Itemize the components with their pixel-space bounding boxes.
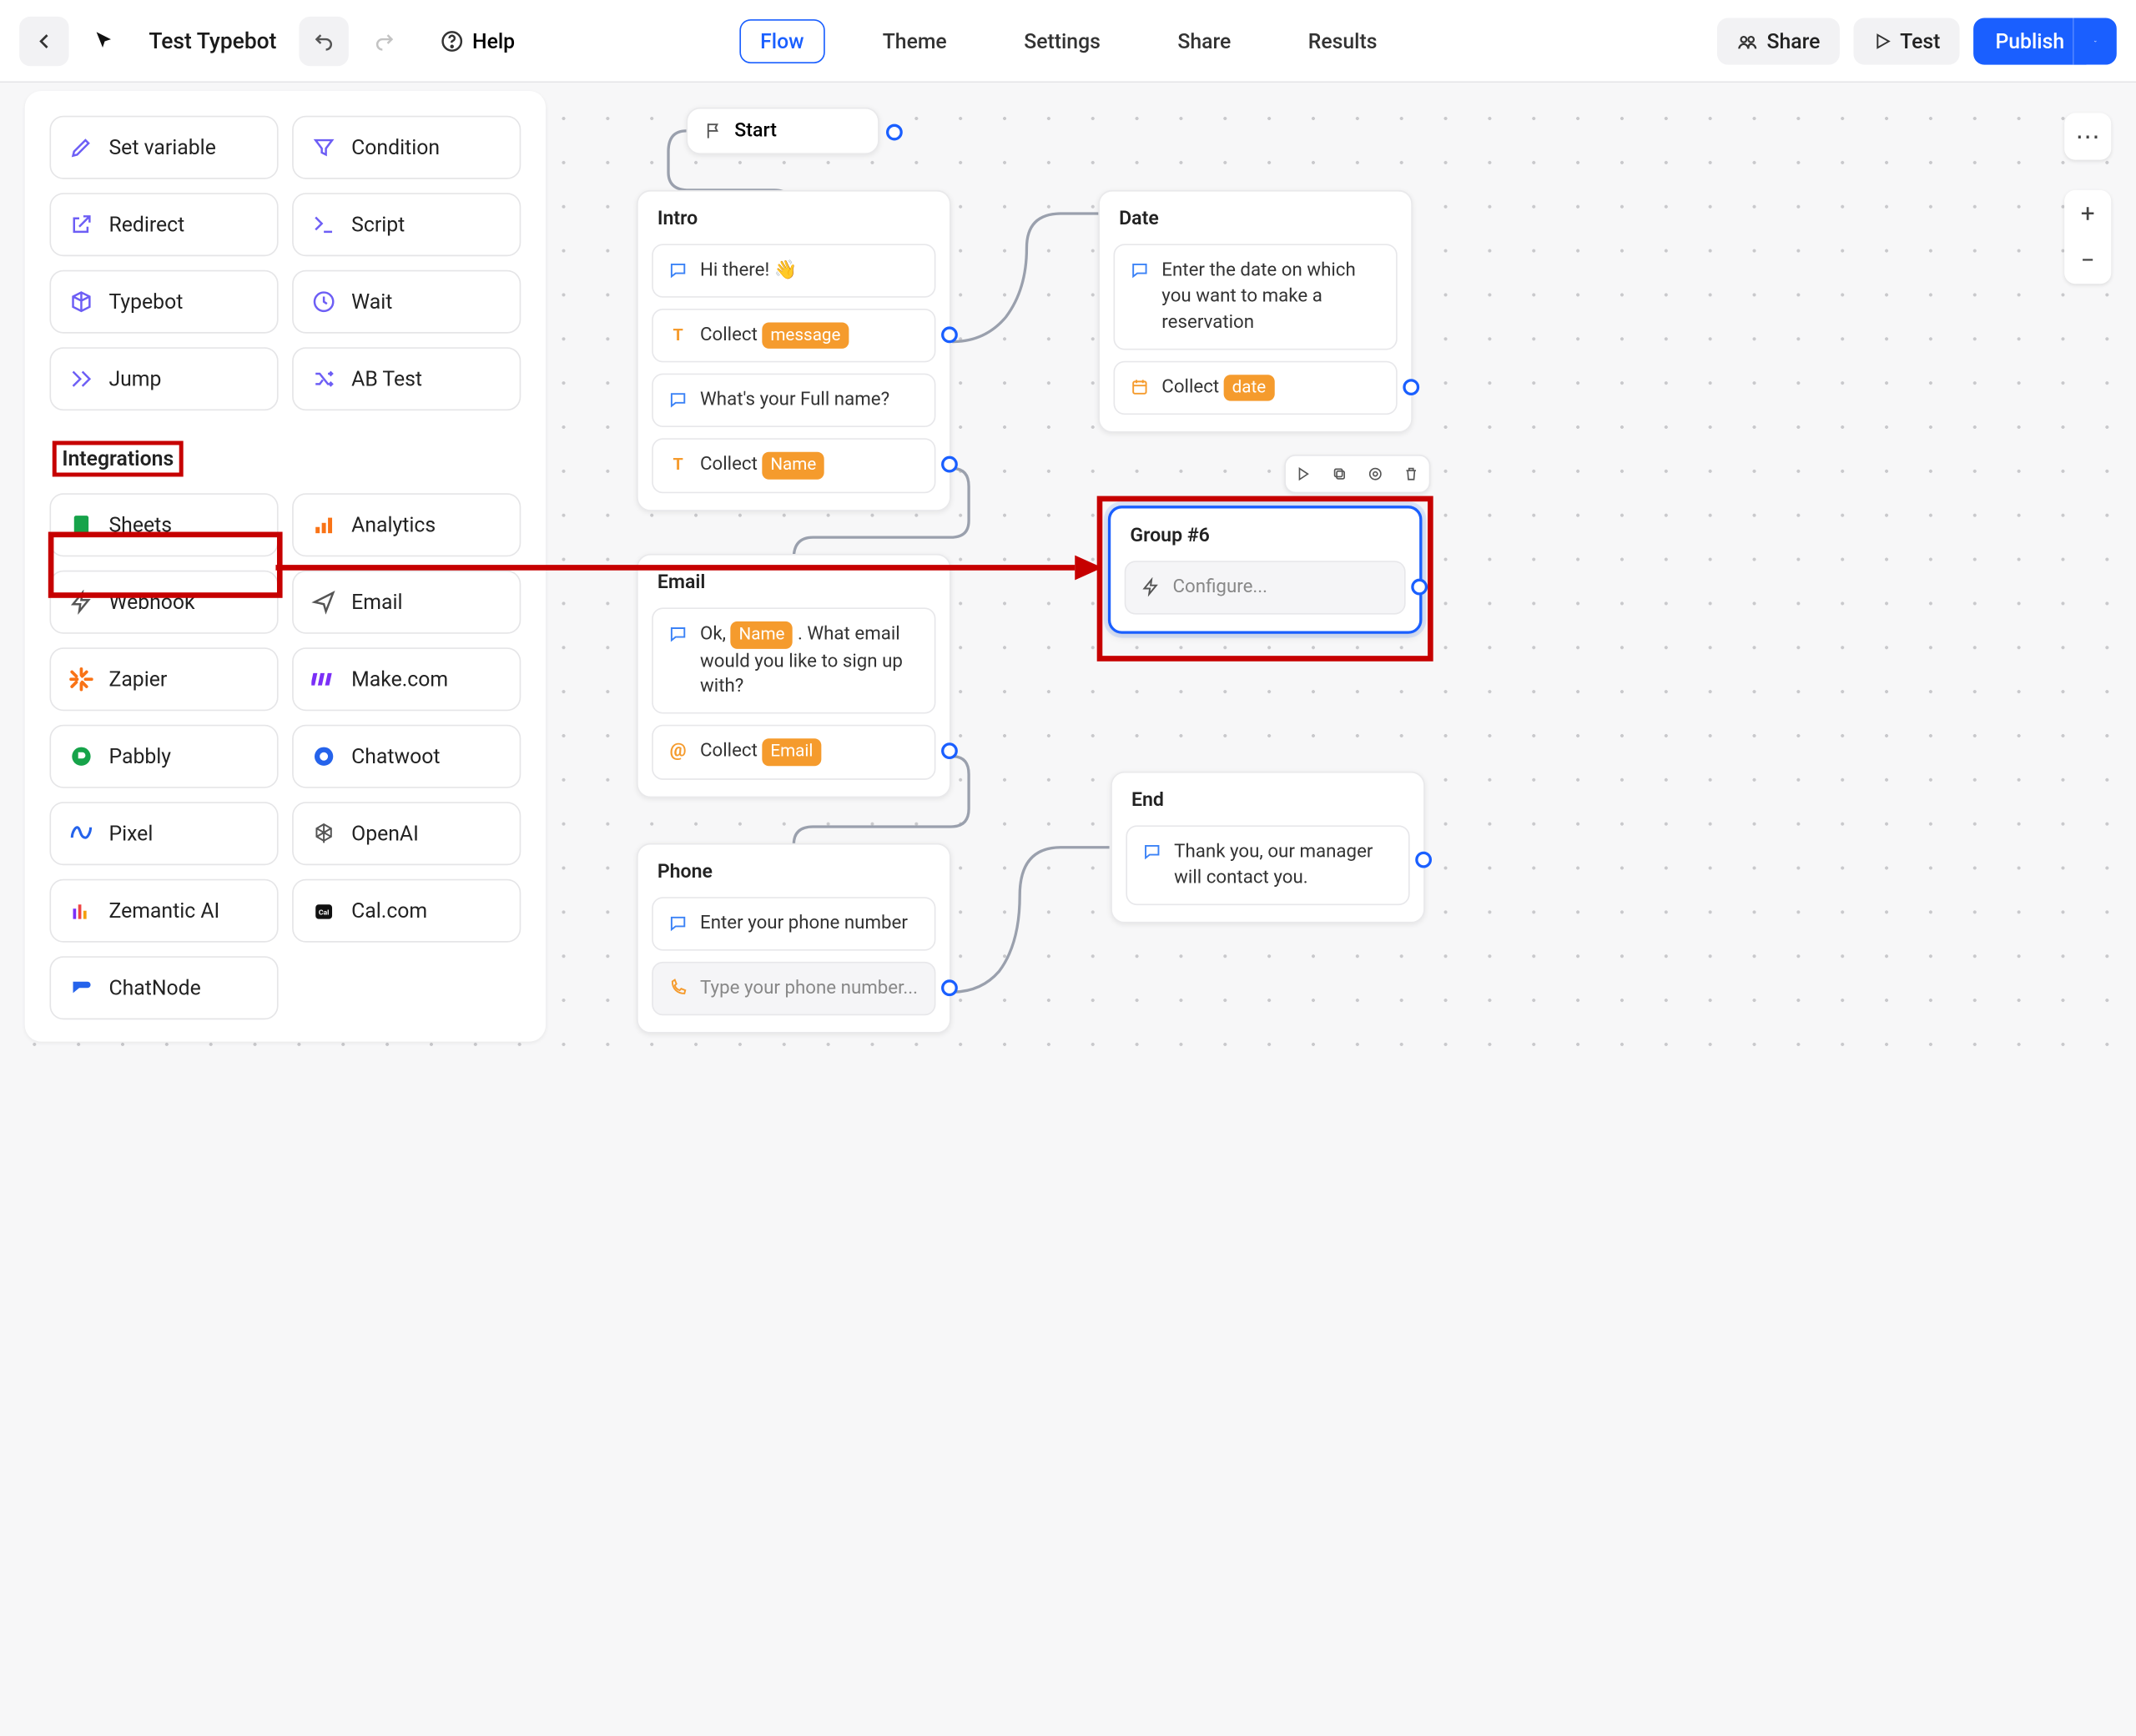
topbar: Test Typebot Help Flow Theme Settings Sh…: [0, 0, 2136, 83]
start-node[interactable]: Start: [687, 108, 879, 154]
chatnode-icon: [68, 974, 95, 1002]
integrations-heading: Integrations: [53, 441, 184, 477]
delete-button[interactable]: [1393, 456, 1429, 492]
share-button[interactable]: Share: [1717, 18, 1840, 64]
block-set-variable[interactable]: Set variable: [49, 116, 278, 179]
zoom-in-button[interactable]: +: [2064, 190, 2111, 237]
make-icon: [310, 666, 338, 693]
end-node[interactable]: End Thank you, our manager will contact …: [1111, 772, 1425, 923]
external-link-icon: [68, 211, 95, 239]
block-ab-test[interactable]: AB Test: [292, 347, 521, 410]
annotation-red-box-group6: [1097, 496, 1433, 662]
meta-icon: [68, 820, 95, 848]
box-icon: [68, 288, 95, 315]
canvas-more-menu[interactable]: ⋯: [2064, 113, 2111, 159]
chatwoot-icon: [310, 742, 338, 770]
block-make[interactable]: Make.com: [292, 647, 521, 711]
text-icon: T: [667, 324, 688, 345]
pabbly-icon: [68, 742, 95, 770]
date-collect-step[interactable]: Collect date: [1114, 360, 1398, 415]
date-node[interactable]: Date Enter the date on which you want to…: [1098, 190, 1413, 433]
intro-node[interactable]: Intro Hi there! 👋 T Collect message What…: [637, 190, 951, 511]
svg-text:Cal: Cal: [319, 909, 330, 918]
main-tabs: Flow Theme Settings Share Results: [739, 18, 1396, 63]
redo-button[interactable]: [360, 16, 409, 65]
node-toolbar: [1284, 455, 1430, 493]
intro-collect-name[interactable]: T Collect Name: [652, 439, 935, 493]
end-message-step[interactable]: Thank you, our manager will contact you.: [1126, 825, 1409, 904]
block-analytics[interactable]: Analytics: [292, 493, 521, 556]
zoom-out-button[interactable]: −: [2064, 237, 2111, 284]
shuffle-icon: [310, 365, 338, 393]
block-openai[interactable]: OpenAI: [292, 802, 521, 865]
block-pixel[interactable]: Pixel: [49, 802, 278, 865]
publish-button[interactable]: Publish: [1973, 18, 2087, 64]
fast-forward-icon: [68, 365, 95, 393]
zapier-icon: [68, 666, 95, 693]
terminal-icon: [310, 211, 338, 239]
analytics-icon: [310, 511, 338, 539]
phone-node[interactable]: Phone Enter your phone number Type your …: [637, 843, 951, 1034]
block-typebot[interactable]: Typebot: [49, 270, 278, 334]
phone-icon: [667, 977, 688, 999]
email-collect-step[interactable]: @ Collect Email: [652, 725, 935, 779]
publish-dropdown[interactable]: [2073, 18, 2117, 64]
block-cal[interactable]: CalCal.com: [292, 879, 521, 943]
block-wait[interactable]: Wait: [292, 270, 521, 334]
chat-icon: [667, 623, 688, 645]
chat-icon: [1141, 840, 1163, 862]
bot-name[interactable]: Test Typebot: [149, 28, 276, 53]
copy-button[interactable]: [1322, 456, 1358, 492]
tab-settings[interactable]: Settings: [1005, 20, 1120, 62]
wave-emoji: 👋: [774, 259, 798, 281]
pencil-icon: [68, 133, 95, 161]
flag-icon: [704, 121, 723, 140]
intro-hi-step[interactable]: Hi there! 👋: [652, 244, 935, 297]
cursor-icon: [80, 16, 129, 65]
block-zapier[interactable]: Zapier: [49, 647, 278, 711]
tab-flow[interactable]: Flow: [739, 18, 824, 63]
block-pabbly[interactable]: Pabbly: [49, 725, 278, 788]
email-prompt-step[interactable]: Ok, Name . What email would you like to …: [652, 607, 935, 714]
block-script[interactable]: Script: [292, 193, 521, 256]
chat-icon: [1129, 259, 1151, 281]
at-icon: @: [667, 740, 688, 762]
openai-icon: [310, 820, 338, 848]
text-icon: T: [667, 454, 688, 476]
focus-button[interactable]: [1358, 456, 1393, 492]
email-node[interactable]: Email Ok, Name . What email would you li…: [637, 554, 951, 798]
zoom-controls: + −: [2064, 190, 2111, 284]
phone-input-step[interactable]: Type your phone number...: [652, 962, 935, 1015]
clock-icon: [310, 288, 338, 315]
test-button[interactable]: Test: [1853, 18, 1960, 64]
annotation-red-box-webhook: [48, 532, 283, 598]
block-email[interactable]: Email: [292, 571, 521, 634]
more-icon[interactable]: ⋯: [2064, 113, 2111, 159]
intro-collect-message[interactable]: T Collect message: [652, 309, 935, 363]
block-chatnode[interactable]: ChatNode: [49, 956, 278, 1019]
tab-theme[interactable]: Theme: [864, 20, 966, 62]
tab-results[interactable]: Results: [1289, 20, 1397, 62]
send-icon: [310, 588, 338, 616]
intro-fullname-step[interactable]: What's your Full name?: [652, 374, 935, 427]
back-button[interactable]: [19, 16, 68, 65]
filter-icon: [310, 133, 338, 161]
undo-button[interactable]: [299, 16, 348, 65]
cal-icon: Cal: [310, 897, 338, 924]
chat-icon: [667, 912, 688, 933]
chat-icon: [667, 259, 688, 281]
block-chatwoot[interactable]: Chatwoot: [292, 725, 521, 788]
phone-prompt-step[interactable]: Enter your phone number: [652, 897, 935, 950]
chat-icon: [667, 389, 688, 410]
tab-share[interactable]: Share: [1158, 20, 1250, 62]
calendar-icon: [1129, 375, 1151, 397]
block-condition[interactable]: Condition: [292, 116, 521, 179]
block-jump[interactable]: Jump: [49, 347, 278, 410]
date-prompt-step[interactable]: Enter the date on which you want to make…: [1114, 244, 1398, 350]
help-button[interactable]: Help: [426, 20, 529, 62]
zemantic-icon: [68, 897, 95, 924]
block-zemantic[interactable]: Zemantic AI: [49, 879, 278, 943]
play-button[interactable]: [1286, 456, 1322, 492]
block-redirect[interactable]: Redirect: [49, 193, 278, 256]
